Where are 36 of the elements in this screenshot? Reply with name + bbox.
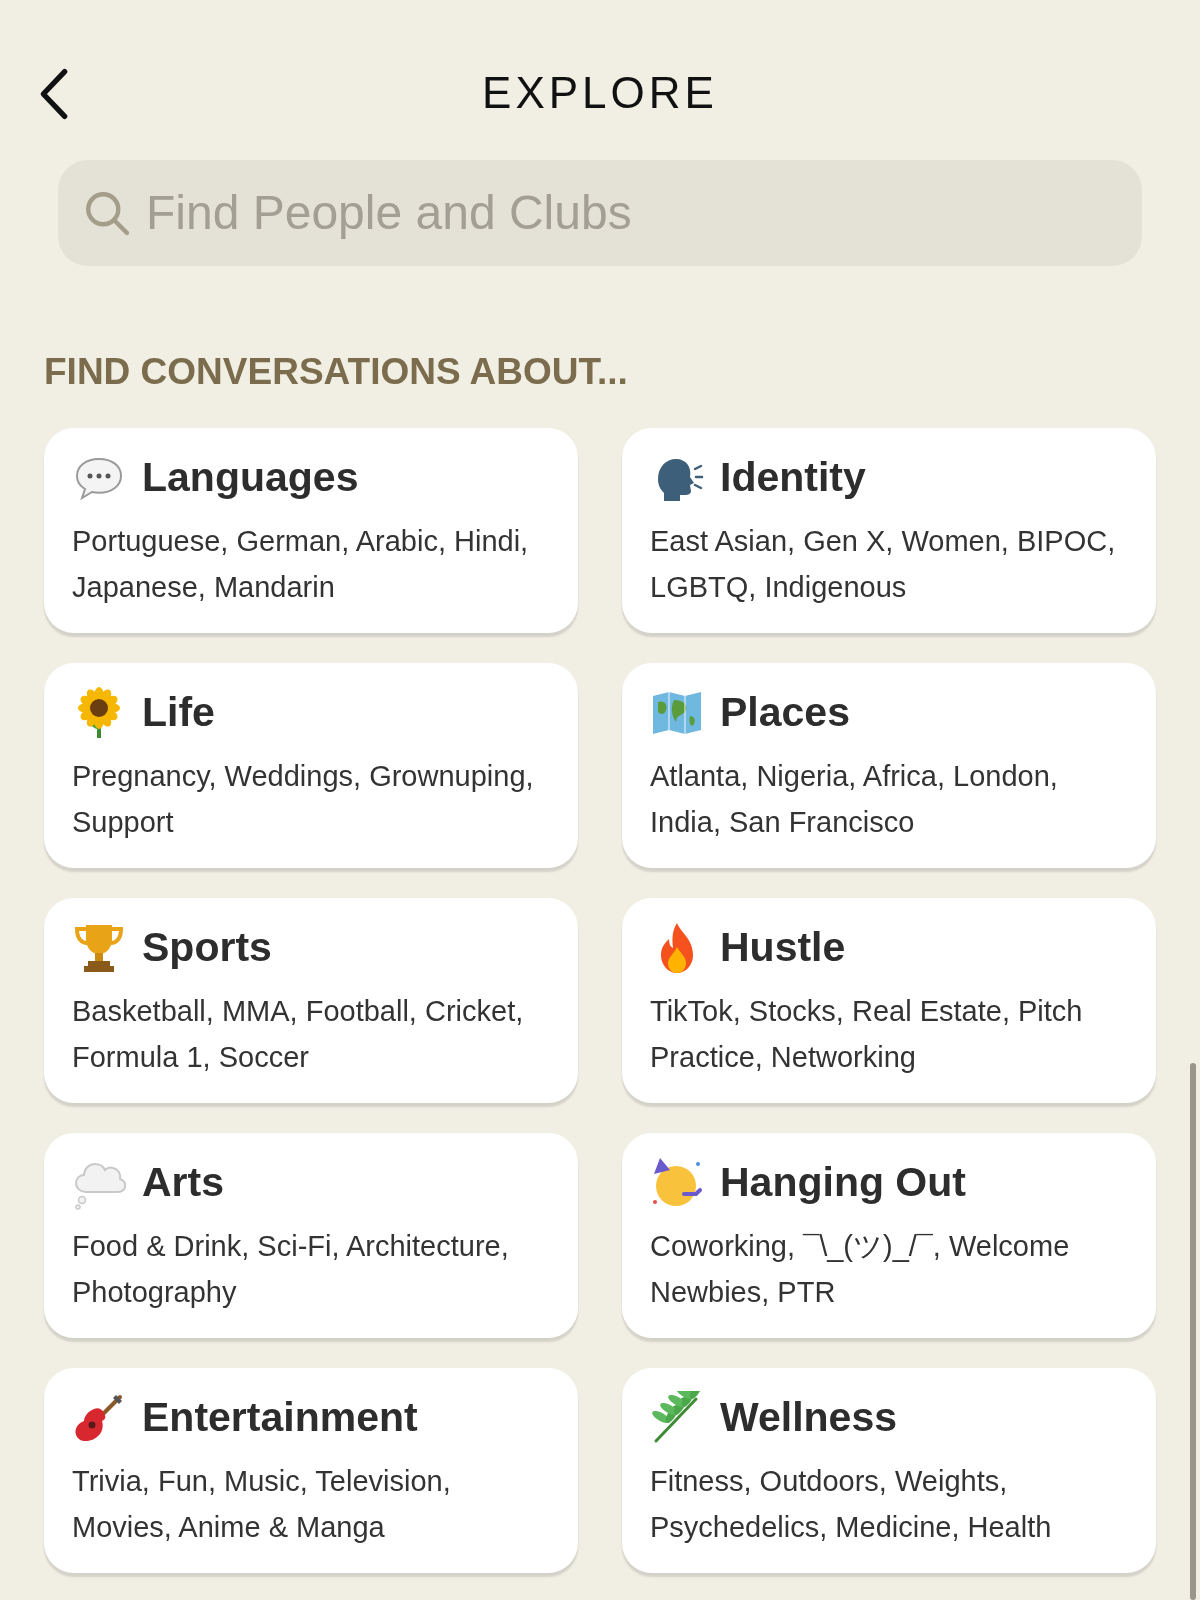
topic-description: Trivia, Fun, Music, Television, Movies, Anime & Manga (72, 1463, 452, 1545)
topic-title: Wellness (720, 1392, 897, 1442)
topic-card[interactable]: Languages Portuguese, German, Arabic, Hindi, Japanese, Mandarin (44, 427, 578, 633)
topic-card[interactable]: Arts Food & Drink, Sci-Fi, Architecture, Photography (44, 1132, 578, 1338)
section-heading: FIND CONVERSATIONS ABOUT... (44, 350, 629, 394)
topic-card[interactable]: Life Pregnancy, Weddings, Grownuping, Support (44, 662, 578, 868)
topic-card[interactable]: Wellness Fitness, Outdoors, Weights, Psychedelics, Medicine, Health (622, 1367, 1156, 1573)
topic-description: Pregnancy, Weddings, Grownuping, Support (72, 758, 535, 840)
topic-title: Sports (142, 922, 272, 972)
topic-title: Languages (142, 452, 359, 502)
topic-card[interactable]: Hanging Out Coworking, ¯\_(ツ)_/¯, Welcome Newbies, PTR (622, 1132, 1156, 1338)
topic-title: Arts (142, 1157, 225, 1207)
topic-title: Entertainment (142, 1392, 418, 1442)
topic-title: Identity (720, 452, 866, 502)
topic-card[interactable]: Identity East Asian, Gen X, Women, BIPOC, LGBTQ, Indigenous (622, 427, 1156, 633)
topic-description: TikTok, Stocks, Real Estate, Pitch Practice, Networking (650, 993, 1084, 1075)
topic-card[interactable]: Places Atlanta, Nigeria, Africa, London, India, San Francisco (622, 662, 1156, 868)
topic-description: Atlanta, Nigeria, Africa, London, India, San Francisco (650, 758, 1059, 840)
chevron-left-icon (38, 67, 70, 121)
topic-description: Portuguese, German, Arabic, Hindi, Japanese, Mandarin (72, 523, 530, 605)
topic-description: Basketball, MMA, Football, Cricket, Formula 1, Soccer (72, 993, 525, 1075)
topic-title: Hanging Out (720, 1157, 966, 1207)
topic-card[interactable]: Sports Basketball, MMA, Football, Cricket, Formula 1, Soccer (44, 897, 578, 1103)
topic-description: East Asian, Gen X, Women, BIPOC, LGBTQ, Indigenous (650, 523, 1117, 605)
topic-card[interactable]: Hustle TikTok, Stocks, Real Estate, Pitch Practice, Networking (622, 897, 1156, 1103)
topic-card[interactable]: Entertainment Trivia, Fun, Music, Television, Movies, Anime & Manga (44, 1367, 578, 1573)
topic-title: Life (142, 687, 215, 737)
page-title: EXPLORE (482, 67, 718, 119)
scrollbar[interactable] (1190, 1063, 1196, 1600)
topic-description: Coworking, ¯\_(ツ)_/¯, Welcome Newbies, PTR (650, 1228, 1071, 1310)
search-field[interactable]: Find People and Clubs (146, 177, 1118, 249)
search-bar[interactable]: Find People and Clubs (58, 160, 1142, 266)
topic-title: Hustle (720, 922, 846, 972)
topic-title: Places (720, 687, 850, 737)
topic-description: Food & Drink, Sci-Fi, Architecture, Photography (72, 1228, 510, 1310)
topic-description: Fitness, Outdoors, Weights, Psychedelics, Medicine, Health (650, 1463, 1053, 1545)
